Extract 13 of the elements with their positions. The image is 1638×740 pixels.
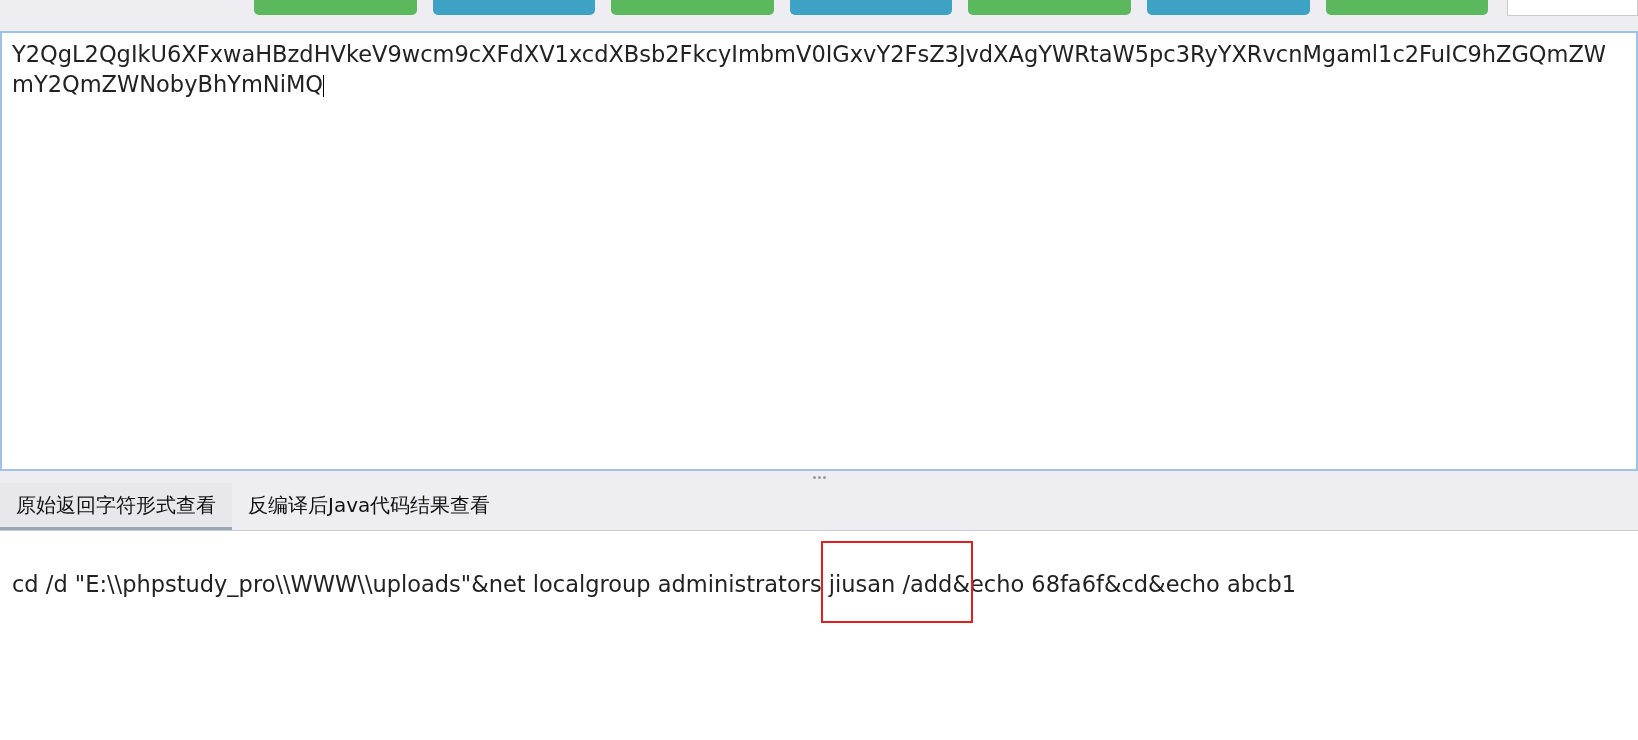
toolbar-button[interactable] — [1325, 0, 1489, 15]
toolbar-button[interactable] — [611, 0, 774, 15]
toolbar-button[interactable] — [254, 0, 417, 15]
toolbar-button[interactable] — [968, 0, 1131, 15]
request-text-area[interactable]: Y2QgL2QgIkU6XFxwaHBzdHVkeV9wcm9cXFdXV1xcdXBsb2FkcyImbmV0IGxvY2FsZ3JvdXAgYWRtaW5pc3RyYXRvcnMgaml1c2FuIC9hZGQmZW mY2QmZWNobyBhYmNiMQ — [0, 31, 1638, 471]
input-field[interactable] — [1507, 0, 1638, 16]
tab[interactable]: 原始返回字符形式查看 — [0, 483, 232, 530]
splitter-handle-icon[interactable] — [812, 475, 826, 479]
text-line: Y2QgL2QgIkU6XFxwaHBzdHVkeV9wcm9cXFdXV1xcdXBsb2FkcyImbmV0IGxvY2FsZ3JvdXAgYWRtaW5pc3RyYXRvcnMgaml1c2FuIC9hZGQmZW — [12, 40, 1608, 69]
toolbar-button[interactable] — [432, 0, 596, 15]
text-line: mY2QmZWNobyBhYmNiMQ — [12, 70, 326, 99]
toolbar-button[interactable] — [1146, 0, 1310, 15]
toolbar-button[interactable] — [789, 0, 953, 15]
